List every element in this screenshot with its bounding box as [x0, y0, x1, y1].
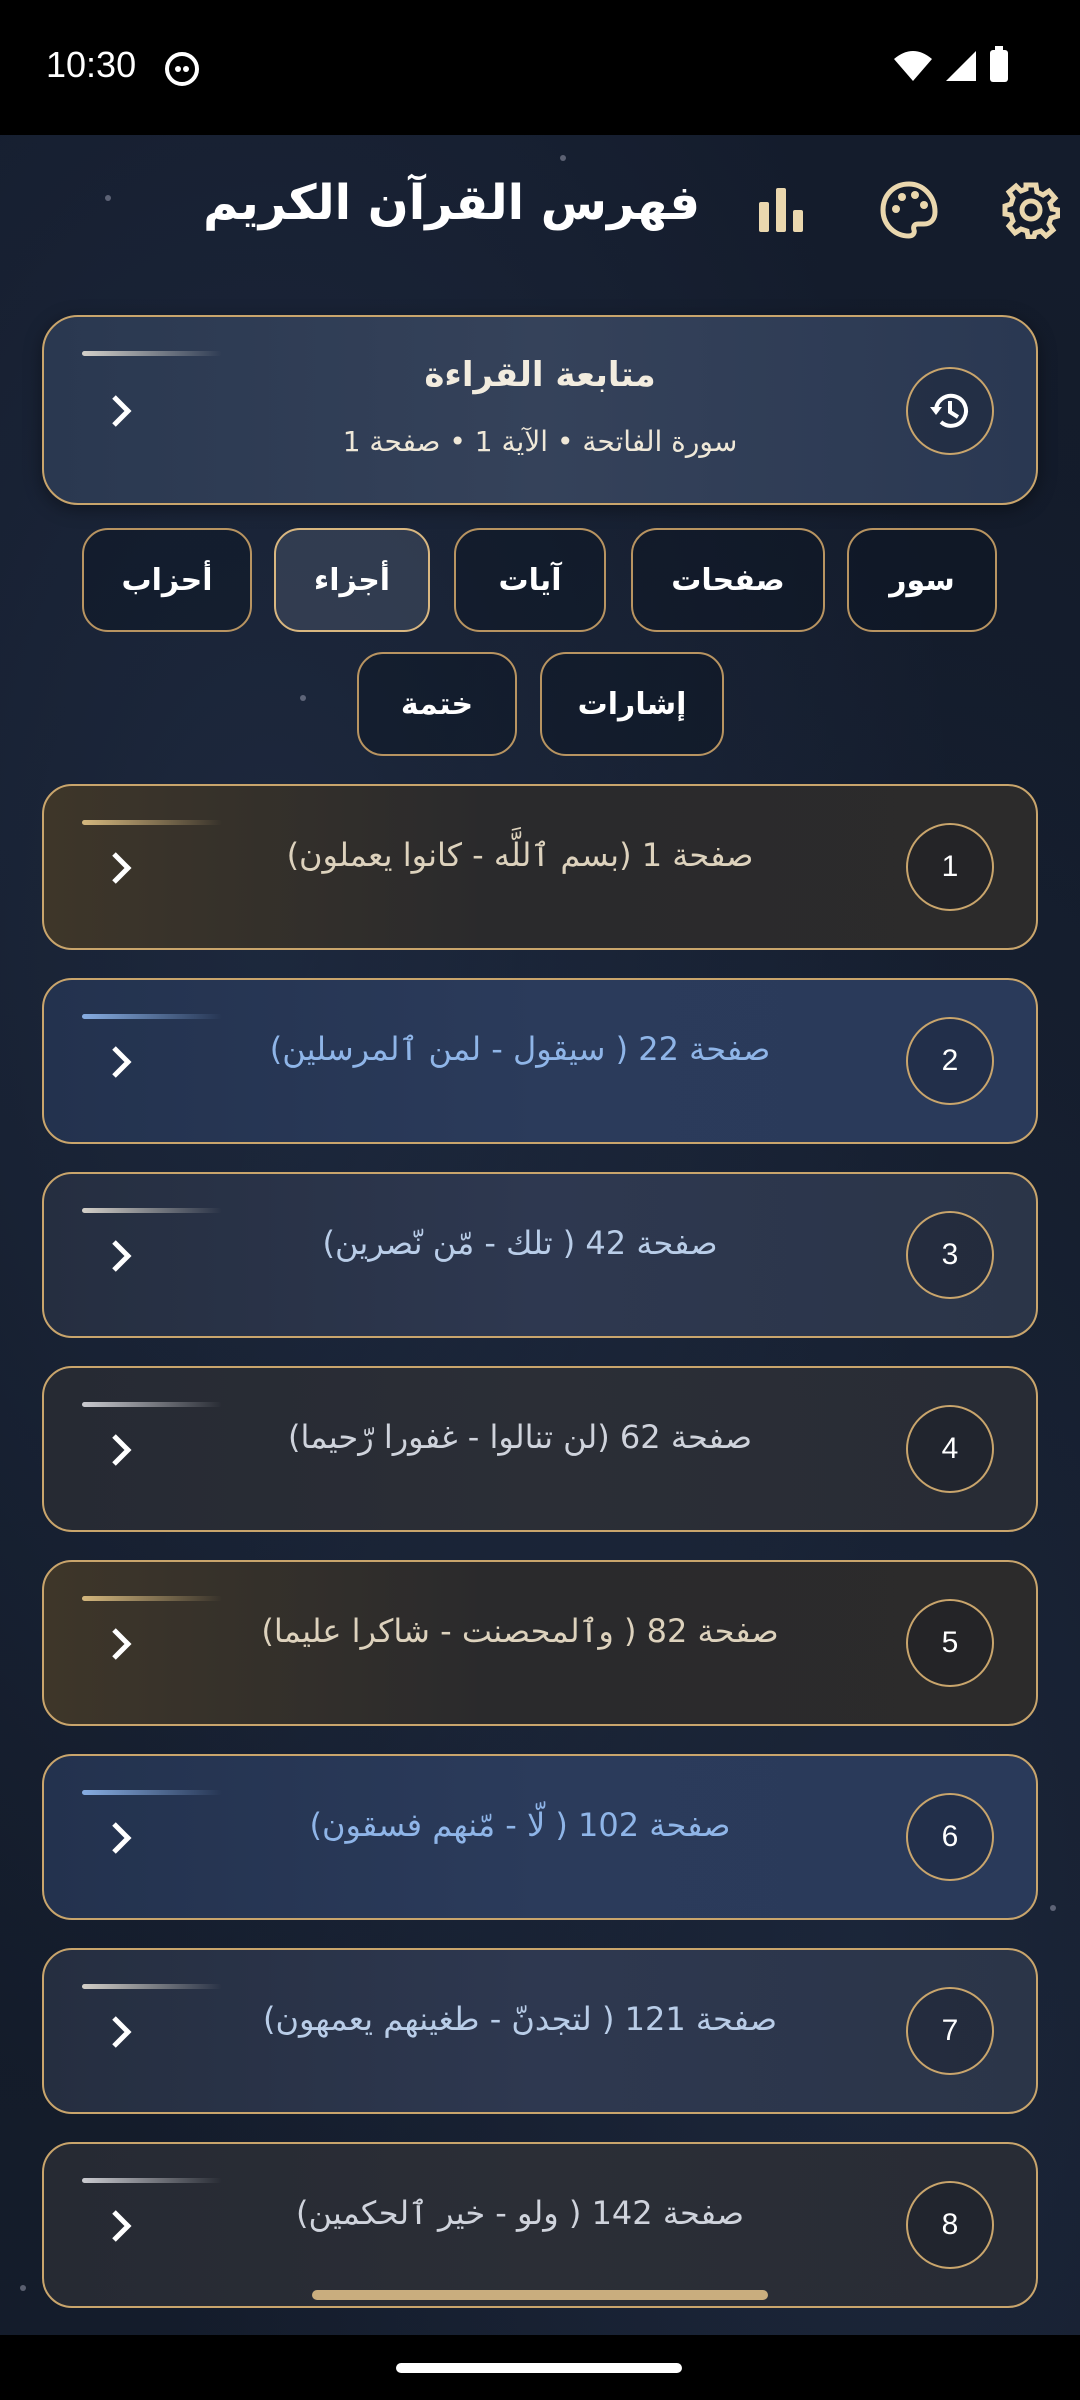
- chevron-right-icon: [102, 1042, 142, 1082]
- juz-number-badge: 6: [906, 1793, 994, 1881]
- system-nav-bar: [0, 2335, 1080, 2400]
- status-bar: 10:30: [0, 0, 1080, 135]
- juz-label: صفحة 82 ( وٱلمحصنت - شاكرا عليما): [261, 1612, 779, 1650]
- juz-number-badge: 3: [906, 1211, 994, 1299]
- juz-item-8[interactable]: صفحة 142 ( ولو - خير ٱلحكمين) 8: [42, 2142, 1038, 2308]
- filter-hizb[interactable]: أحزاب: [82, 528, 252, 632]
- filter-pages[interactable]: صفحات: [631, 528, 825, 632]
- juz-number-badge: 1: [906, 823, 994, 911]
- signal-icon: [946, 51, 976, 81]
- wifi-icon: [894, 51, 932, 81]
- status-icons: [894, 46, 1008, 82]
- chevron-right-icon: [102, 391, 142, 431]
- status-time: 10:30: [46, 44, 137, 85]
- cat-notification-icon: [165, 52, 199, 86]
- chevron-right-icon: [102, 1818, 142, 1858]
- history-button[interactable]: [906, 367, 994, 455]
- juz-label: صفحة 102 ( لّا - مّنهم فسقون): [309, 1806, 731, 1844]
- card-accent: [82, 1790, 222, 1795]
- card-accent: [82, 1402, 222, 1407]
- juz-label: صفحة 121 ( لتجدنّ - طغينهم يعمهون): [262, 2000, 778, 2038]
- page-title: فهرس القرآن الكريم: [203, 175, 700, 231]
- filter-surahs[interactable]: سور: [847, 528, 997, 632]
- filter-ayahs[interactable]: آيات: [454, 528, 606, 632]
- juz-item-1[interactable]: صفحة 1 (بسم ٱللَّه - كانوا يعملون) 1: [42, 784, 1038, 950]
- continue-reading-title: متابعة القراءة: [424, 355, 656, 395]
- juz-label: صفحة 142 ( ولو - خير ٱلحكمين): [296, 2194, 744, 2232]
- juz-number-badge: 7: [906, 1987, 994, 2075]
- palette-button[interactable]: [874, 175, 944, 245]
- home-handle[interactable]: [396, 2363, 682, 2373]
- stats-icon: [759, 188, 803, 232]
- card-accent: [82, 1596, 222, 1601]
- juz-label: صفحة 42 ( تلك - مّن نّصرين): [322, 1224, 718, 1262]
- juz-label: صفحة 62 (لن تنالوا - غفورا رّحيما): [288, 1418, 752, 1456]
- settings-button[interactable]: [996, 175, 1066, 245]
- app-header: فهرس القرآن الكريم: [0, 135, 1080, 285]
- filter-juz[interactable]: أجزاء: [274, 528, 430, 632]
- stats-button[interactable]: [746, 175, 816, 245]
- juz-label: صفحة 1 (بسم ٱللَّه - كانوا يعملون): [286, 836, 754, 874]
- app-screen: فهرس القرآن الكريم متابعة القراءة سورة ا…: [0, 135, 1080, 2400]
- continue-reading-subtitle: سورة الفاتحة • الآية 1 • صفحة 1: [342, 425, 738, 458]
- card-accent: [82, 1014, 222, 1019]
- juz-label: صفحة 22 ( سيقول - لمن ٱلمرسلين): [269, 1030, 771, 1068]
- juz-number-badge: 5: [906, 1599, 994, 1687]
- scroll-indicator[interactable]: [312, 2290, 768, 2300]
- history-icon: [930, 393, 968, 428]
- juz-number-badge: 2: [906, 1017, 994, 1105]
- filter-bookmarks[interactable]: إشارات: [540, 652, 724, 756]
- juz-item-3[interactable]: صفحة 42 ( تلك - مّن نّصرين) 3: [42, 1172, 1038, 1338]
- juz-number-badge: 8: [906, 2181, 994, 2269]
- filter-khatma[interactable]: ختمة: [357, 652, 517, 756]
- juz-item-7[interactable]: صفحة 121 ( لتجدنّ - طغينهم يعمهون) 7: [42, 1948, 1038, 2114]
- card-accent: [82, 820, 222, 825]
- card-accent: [82, 1208, 222, 1213]
- chevron-right-icon: [102, 848, 142, 888]
- battery-icon: [990, 46, 1008, 82]
- juz-item-4[interactable]: صفحة 62 (لن تنالوا - غفورا رّحيما) 4: [42, 1366, 1038, 1532]
- card-accent: [82, 2178, 222, 2183]
- chevron-right-icon: [102, 1430, 142, 1470]
- chevron-right-icon: [102, 1236, 142, 1276]
- juz-item-6[interactable]: صفحة 102 ( لّا - مّنهم فسقون) 6: [42, 1754, 1038, 1920]
- continue-reading-card[interactable]: متابعة القراءة سورة الفاتحة • الآية 1 • …: [42, 315, 1038, 505]
- chevron-right-icon: [102, 1624, 142, 1664]
- juz-item-2[interactable]: صفحة 22 ( سيقول - لمن ٱلمرسلين) 2: [42, 978, 1038, 1144]
- juz-number-badge: 4: [906, 1405, 994, 1493]
- palette-icon: [880, 181, 938, 239]
- card-accent: [82, 1984, 222, 1989]
- chevron-right-icon: [102, 2012, 142, 2052]
- chevron-right-icon: [102, 2206, 142, 2246]
- juz-item-5[interactable]: صفحة 82 ( وٱلمحصنت - شاكرا عليما) 5: [42, 1560, 1038, 1726]
- settings-icon: [1002, 182, 1060, 239]
